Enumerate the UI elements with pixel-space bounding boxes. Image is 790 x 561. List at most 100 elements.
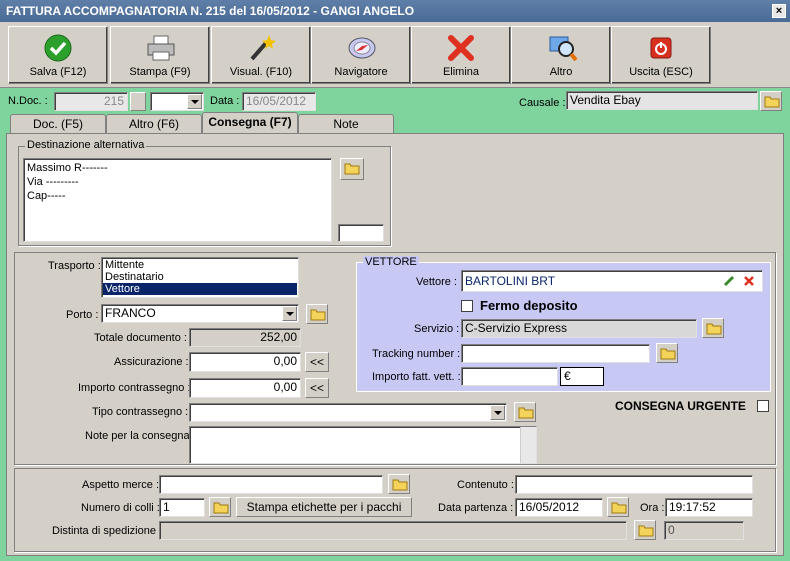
porto-value: FRANCO <box>105 306 156 320</box>
folder-icon <box>344 163 360 175</box>
porto-select[interactable]: FRANCO <box>101 304 299 323</box>
dest-code-field[interactable] <box>338 224 384 242</box>
tab-altro[interactable]: Altro (F6) <box>106 114 202 134</box>
delete-icon <box>448 35 474 61</box>
print-button[interactable]: Stampa (F9) <box>110 26 210 84</box>
remove-icon[interactable] <box>743 275 755 287</box>
tracking-field[interactable] <box>461 344 650 363</box>
importo-vett-label: Importo fatt. vett. : <box>372 371 461 383</box>
totale-field: 252,00 <box>189 328 301 347</box>
note-scrollbar[interactable] <box>520 427 536 463</box>
vettore-title: VETTORE <box>363 256 419 268</box>
delete-button[interactable]: Elimina <box>411 26 511 84</box>
close-button[interactable]: × <box>772 4 786 18</box>
ndoc-series-select[interactable] <box>150 92 204 111</box>
distinta-folder-button[interactable] <box>634 520 656 540</box>
other-button-label: Altro <box>549 66 573 78</box>
preview-button[interactable]: Visual. (F10) <box>211 26 311 84</box>
stampa-etichette-button[interactable]: Stampa etichette per i pacchi <box>236 497 412 517</box>
causale-folder-button[interactable] <box>760 91 782 111</box>
note-consegna-textarea[interactable] <box>189 426 537 464</box>
causale-label: Causale : <box>519 97 566 109</box>
delete-button-label: Elimina <box>442 66 480 78</box>
assicurazione-label: Assicurazione : <box>114 356 189 368</box>
partenza-folder-button[interactable] <box>607 497 629 517</box>
consegna-urgente-checkbox[interactable] <box>757 400 769 412</box>
servizio-folder-button[interactable] <box>702 318 724 338</box>
aspetto-folder-button[interactable] <box>388 474 410 494</box>
aspetto-label: Aspetto merce : <box>82 479 160 491</box>
assicurazione-field[interactable]: 0,00 <box>189 352 301 372</box>
navigator-button-label: Navigatore <box>334 66 388 78</box>
totale-label: Totale documento : <box>94 332 187 344</box>
colli-label: Numero di colli : <box>81 502 160 514</box>
tipo-contrassegno-label: Tipo contrassegno : <box>92 406 189 418</box>
ora-label: Ora : <box>640 502 665 514</box>
exit-button[interactable]: Uscita (ESC) <box>611 26 711 84</box>
aspetto-field[interactable] <box>159 475 383 494</box>
window-title: FATTURA ACCOMPAGNATORIA N. 215 del 16/05… <box>0 0 790 22</box>
contenuto-label: Contenuto : <box>457 479 514 491</box>
fermo-deposito-checkbox[interactable] <box>461 300 473 312</box>
tracking-folder-button[interactable] <box>656 343 678 363</box>
chevron-down-icon[interactable] <box>490 405 505 420</box>
tab-doc[interactable]: Doc. (F5) <box>10 114 106 134</box>
servizio-field[interactable]: C-Servizio Express <box>461 319 697 338</box>
servizio-label: Servizio : <box>414 323 460 335</box>
folder-icon <box>310 309 326 321</box>
destinazione-title: Destinazione alternativa <box>25 139 147 151</box>
ora-field[interactable]: 19:17:52 <box>665 498 753 517</box>
wand-icon <box>250 35 276 61</box>
partenza-label: Data partenza : <box>438 502 514 514</box>
assicurazione-copy-button[interactable]: << <box>305 352 329 372</box>
data-field[interactable]: 16/05/2012 <box>242 92 316 111</box>
chevron-down-icon[interactable] <box>282 306 297 321</box>
colli-folder-button[interactable] <box>209 497 231 517</box>
navigator-button[interactable]: Navigatore <box>311 26 411 84</box>
importo-vett-field[interactable] <box>461 367 558 386</box>
note-consegna-label: Note per la consegna <box>85 430 190 442</box>
folder-icon <box>392 479 408 491</box>
partenza-field[interactable]: 16/05/2012 <box>515 498 603 517</box>
magnifier-icon <box>549 36 578 62</box>
trasporto-list[interactable]: Mittente Destinatario Vettore <box>101 257 299 298</box>
trasporto-option-mittente[interactable]: Mittente <box>103 259 297 271</box>
distinta-number-field: 0 <box>664 521 744 540</box>
print-button-label: Stampa (F9) <box>129 66 191 78</box>
fermo-deposito-label: Fermo deposito <box>480 298 578 313</box>
trasporto-label: Trasporto : <box>48 260 101 272</box>
currency-field[interactable]: € <box>560 367 604 386</box>
ndoc-field[interactable]: 215 <box>54 92 128 111</box>
dest-line-1: Massimo R------- <box>27 162 108 174</box>
contrassegno-field[interactable]: 0,00 <box>189 378 301 398</box>
vettore-value: BARTOLINI BRT <box>465 274 556 288</box>
ndoc-suffix-button[interactable] <box>130 92 146 111</box>
porto-folder-button[interactable] <box>306 304 328 324</box>
porto-label: Porto : <box>66 309 99 321</box>
destinazione-textarea[interactable]: Massimo R------- Via --------- Cap----- <box>23 158 332 242</box>
trasporto-option-destinatario[interactable]: Destinatario <box>103 271 297 283</box>
trasporto-option-vettore[interactable]: Vettore <box>103 283 297 295</box>
tab-bar: Doc. (F5) Altro (F6) Consegna (F7) Note <box>0 112 790 134</box>
dest-folder-button[interactable] <box>340 158 364 180</box>
save-button[interactable]: Salva (F12) <box>8 26 108 84</box>
dest-line-2: Via --------- <box>27 176 79 188</box>
other-button[interactable]: Altro <box>511 26 611 84</box>
tab-note[interactable]: Note <box>298 114 394 134</box>
contenuto-field[interactable] <box>515 475 753 494</box>
tipo-contrassegno-select[interactable] <box>189 403 507 422</box>
colli-field[interactable]: 1 <box>159 498 205 517</box>
compass-icon <box>348 37 376 59</box>
vettore-field[interactable]: BARTOLINI BRT <box>461 270 763 292</box>
data-label: Data : <box>210 95 240 107</box>
folder-icon <box>518 407 534 419</box>
exit-button-label: Uscita (ESC) <box>629 66 693 78</box>
consegna-urgente-label: CONSEGNA URGENTE <box>615 399 746 413</box>
chevron-down-icon[interactable] <box>187 94 202 109</box>
tab-consegna[interactable]: Consegna (F7) <box>202 112 298 134</box>
contrassegno-copy-button[interactable]: << <box>305 378 329 398</box>
causale-field[interactable]: Vendita Ebay <box>566 91 758 110</box>
distinta-field[interactable] <box>159 521 627 540</box>
tipo-contrassegno-folder-button[interactable] <box>514 402 536 422</box>
pencil-icon[interactable] <box>723 275 735 287</box>
